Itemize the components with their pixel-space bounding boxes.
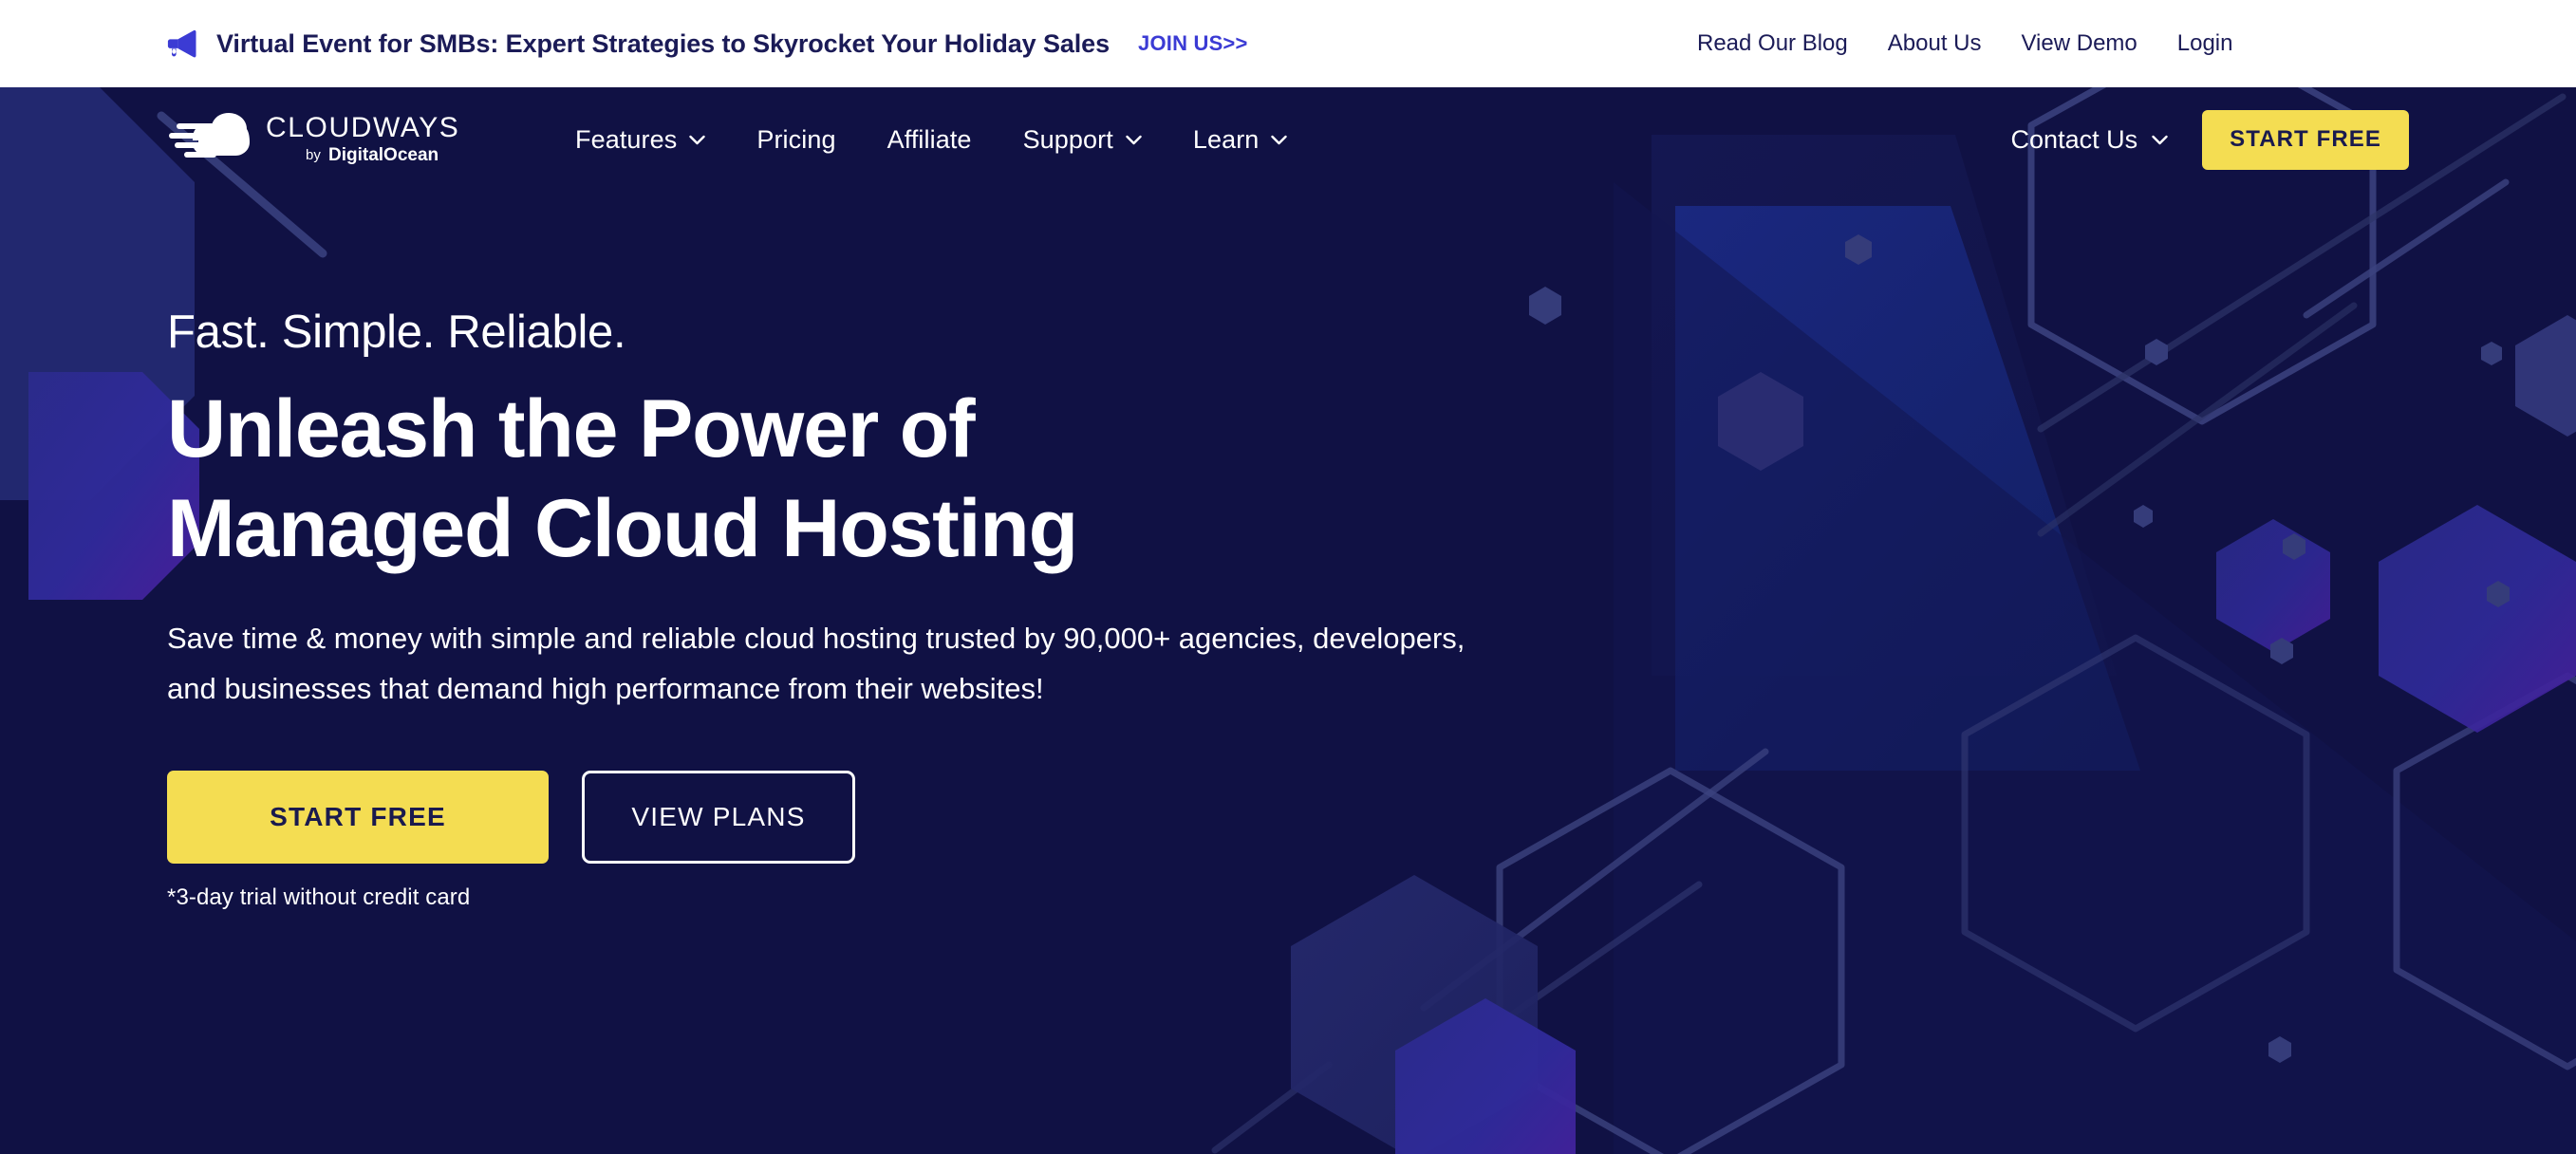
hero-trial-note: *3-day trial without credit card	[167, 884, 1481, 911]
utility-nav-about-us[interactable]: About Us	[1888, 30, 1982, 57]
cloud-speed-icon: CLOUDWAYS by DigitalOcean	[167, 110, 490, 169]
hero-start-free-button[interactable]: START FREE	[167, 771, 549, 864]
announcement-message: Virtual Event for SMBs: Expert Strategie…	[167, 29, 1248, 59]
chevron-down-icon	[2152, 135, 2168, 145]
hero-eyebrow: Fast. Simple. Reliable.	[167, 307, 1481, 359]
svg-text:DigitalOcean: DigitalOcean	[328, 145, 439, 165]
nav-item-support-label: Support	[1023, 125, 1113, 155]
main-navigation: CLOUDWAYS by DigitalOcean Features Prici…	[0, 87, 2576, 192]
hero-headline-line-2: Managed Cloud Hosting	[167, 483, 1077, 574]
nav-item-support[interactable]: Support	[998, 125, 1167, 155]
megaphone-icon	[167, 29, 199, 58]
main-nav-links: Features Pricing Affiliate Support Learn	[550, 125, 1313, 155]
cloudways-logo[interactable]: CLOUDWAYS by DigitalOcean	[167, 110, 490, 169]
svg-text:CLOUDWAYS: CLOUDWAYS	[266, 112, 459, 143]
chevron-down-icon	[1271, 135, 1287, 145]
announcement-bar: Virtual Event for SMBs: Expert Strategie…	[0, 0, 2576, 87]
nav-item-pricing-label: Pricing	[756, 125, 835, 155]
hero-content: Fast. Simple. Reliable. Unleash the Powe…	[0, 192, 1481, 911]
nav-item-learn-label: Learn	[1193, 125, 1260, 155]
hero-view-plans-button[interactable]: VIEW PLANS	[582, 771, 855, 864]
hero-cta-row: START FREE VIEW PLANS	[167, 771, 1481, 864]
utility-nav-login[interactable]: Login	[2177, 30, 2233, 57]
utility-nav-view-demo[interactable]: View Demo	[2021, 30, 2137, 57]
announcement-join-link[interactable]: JOIN US>>	[1138, 31, 1248, 56]
nav-item-affiliate[interactable]: Affiliate	[862, 125, 998, 155]
chevron-down-icon	[1126, 135, 1142, 145]
utility-nav: Read Our Blog About Us View Demo Login	[1697, 30, 2233, 57]
hero-headline: Unleash the Power of Managed Cloud Hosti…	[167, 380, 1439, 579]
hero-headline-line-1: Unleash the Power of	[167, 383, 975, 475]
nav-item-features[interactable]: Features	[550, 125, 731, 155]
nav-item-learn[interactable]: Learn	[1167, 125, 1314, 155]
hero-section: CLOUDWAYS by DigitalOcean Features Prici…	[0, 87, 2576, 1154]
nav-item-pricing[interactable]: Pricing	[731, 125, 861, 155]
chevron-down-icon	[689, 135, 705, 145]
announcement-text: Virtual Event for SMBs: Expert Strategie…	[216, 29, 1110, 59]
nav-start-free-button[interactable]: START FREE	[2202, 110, 2409, 170]
utility-nav-read-our-blog[interactable]: Read Our Blog	[1697, 30, 1848, 57]
hero-subtext: Save time & money with simple and reliab…	[167, 613, 1481, 715]
nav-item-affiliate-label: Affiliate	[887, 125, 972, 155]
nav-item-features-label: Features	[575, 125, 677, 155]
nav-item-contact-us-label: Contact Us	[2011, 125, 2138, 155]
svg-text:by: by	[306, 147, 321, 163]
nav-item-contact-us[interactable]: Contact Us	[2011, 125, 2173, 155]
nav-right-group: Contact Us START FREE	[2011, 110, 2409, 170]
